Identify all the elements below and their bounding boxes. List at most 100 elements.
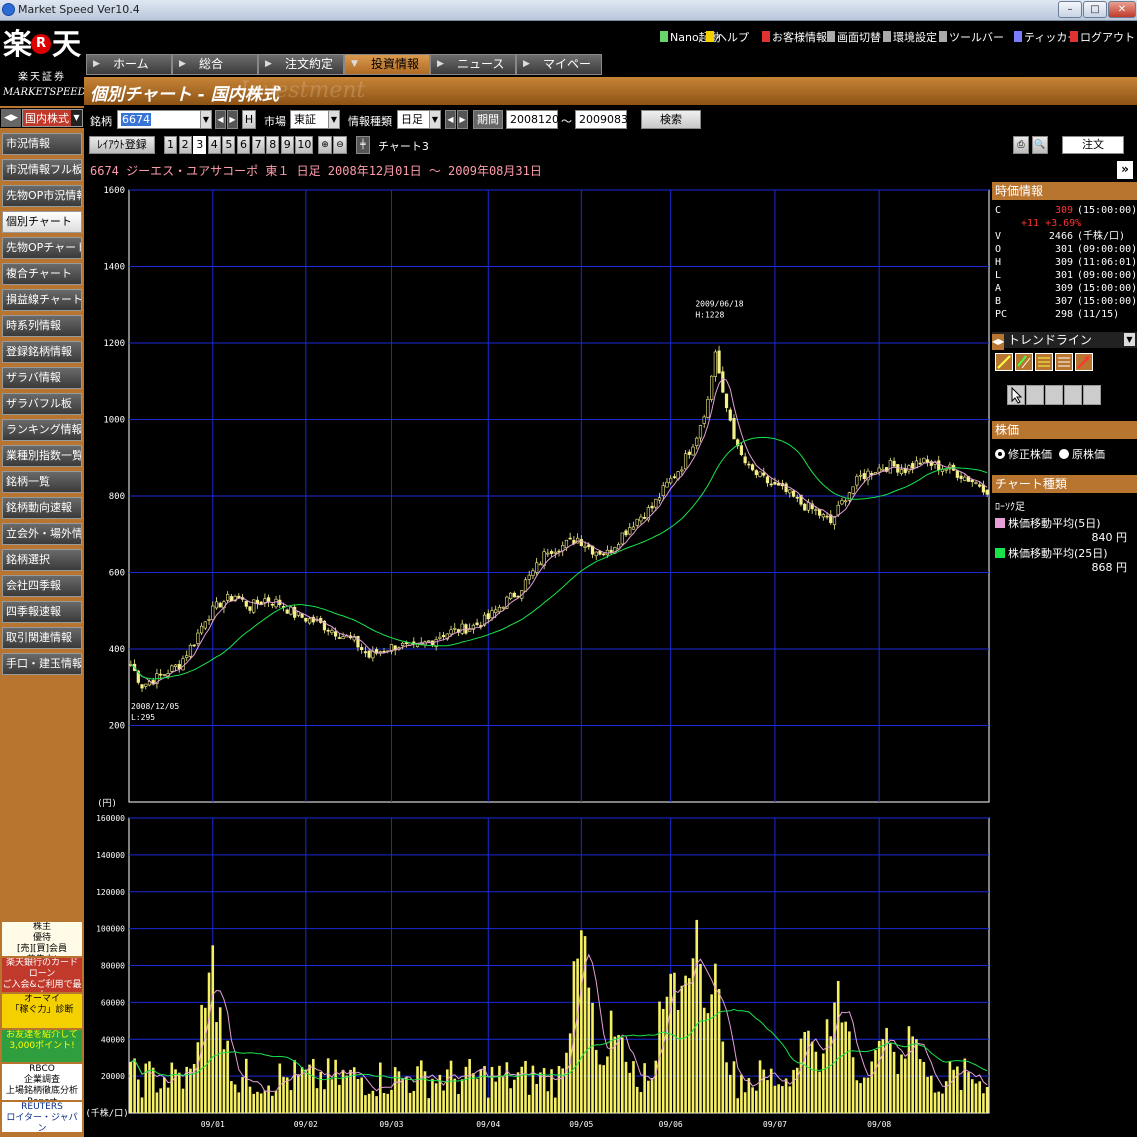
menu-help[interactable]: ヘルプ	[706, 29, 749, 45]
next-symbol-button[interactable]: ▶	[227, 110, 238, 129]
volume-bar	[475, 1078, 479, 1113]
layout-slot-4[interactable]: 4	[207, 136, 221, 154]
trendline-arrows-icon[interactable]: ◀▶	[992, 334, 1004, 350]
volume-tick-label: 60000	[101, 998, 125, 1007]
panel-expand-icon[interactable]: »	[1117, 161, 1133, 179]
sidebar-item-14[interactable]: 銘柄動向速報	[2, 497, 82, 519]
sidebar-item-16[interactable]: 銘柄選択	[2, 549, 82, 571]
next-type-button[interactable]: ▶	[457, 110, 468, 129]
sidebar-item-12[interactable]: 業種別指数一覧	[2, 445, 82, 467]
adjust-option-raw[interactable]: 原株価	[1059, 446, 1105, 462]
sidebar-item-2[interactable]: 先物OP市況情報	[2, 185, 82, 207]
h-button[interactable]: H	[242, 110, 256, 129]
trendline-horizontal-icon[interactable]	[1035, 353, 1053, 371]
copy-icon[interactable]	[1026, 385, 1044, 405]
menu-toolbar[interactable]: ツールバー	[939, 29, 1004, 45]
zoom-in-icon[interactable]: ⊕	[318, 136, 332, 154]
layout-slot-7[interactable]: 7	[251, 136, 265, 154]
trendline-arrow-icon[interactable]	[1075, 353, 1093, 371]
sidebar-item-4[interactable]: 先物OPチャート	[2, 237, 82, 259]
menu-ticker[interactable]: ティッカー	[1014, 29, 1078, 45]
radio-checked-icon[interactable]	[995, 449, 1005, 459]
period-from-input[interactable]: 20081201	[506, 110, 566, 129]
sidebar-ad-0[interactable]: 株主優待[売][買]会員募集中!	[2, 922, 82, 956]
sidebar-item-8[interactable]: 登録銘柄情報	[2, 341, 82, 363]
chevron-down-icon[interactable]: ▼	[200, 111, 211, 128]
sidebar-item-0[interactable]: 市況情報	[2, 133, 82, 155]
close-button[interactable]: ✕	[1108, 1, 1136, 18]
menu-screen-switch[interactable]: 画面切替	[827, 29, 881, 45]
sidebar-item-18[interactable]: 四季報速報	[2, 601, 82, 623]
menu-customer[interactable]: お客様情報	[762, 29, 827, 45]
sidebar-item-3[interactable]: 個別チャート	[2, 211, 82, 233]
sidebar-item-7[interactable]: 時系列情報	[2, 315, 82, 337]
sidebar-item-6[interactable]: 損益線チャート	[2, 289, 82, 311]
tab-2[interactable]: ▶ 注文約定	[258, 54, 344, 75]
chevron-down-icon[interactable]: ▼	[429, 111, 440, 128]
sidebar-ad-1[interactable]: 楽天銀行のカードローンご入会&ご利用で最大31,000ポイント進呈!	[2, 958, 82, 992]
market-arrows-icon[interactable]: ◀▶	[1, 109, 21, 127]
sidebar-item-1[interactable]: 市況情報フル板	[2, 159, 82, 181]
sidebar-item-19[interactable]: 取引関連情報	[2, 627, 82, 649]
layout-slot-5[interactable]: 5	[222, 136, 236, 154]
delete-icon[interactable]	[1064, 385, 1082, 405]
chart-split-icon[interactable]: ╪	[356, 136, 370, 154]
radio-unchecked-icon[interactable]	[1059, 449, 1069, 459]
market-selector[interactable]: ◀▶ 国内株式 ▼	[0, 108, 84, 128]
x-tick-label: 09/06	[659, 1120, 683, 1129]
menu-settings[interactable]: 環境設定	[883, 29, 937, 45]
sidebar-ad-3[interactable]: お友達を紹介して 3,000ポイント!	[2, 1030, 82, 1062]
period-to-input[interactable]: 20090831	[575, 110, 635, 129]
market-dropdown[interactable]: 国内株式 ▼	[22, 109, 83, 127]
prev-type-button[interactable]: ◀	[445, 110, 456, 129]
print-preview-icon[interactable]: 🔍	[1032, 136, 1048, 154]
tab-4[interactable]: ▶ ニュース	[430, 54, 516, 75]
sidebar-ad-4[interactable]: RBCO企業調査上場銘柄徹底分析 Report	[2, 1064, 82, 1100]
cursor-icon[interactable]	[1007, 385, 1025, 405]
tab-1[interactable]: ▶ 総合	[172, 54, 258, 75]
layout-slot-8[interactable]: 8	[266, 136, 280, 154]
delete-all-icon[interactable]	[1083, 385, 1101, 405]
chevron-down-icon[interactable]: ▼	[328, 111, 339, 128]
layout-slot-1[interactable]: 1	[164, 136, 177, 154]
sidebar-item-10[interactable]: ザラバフル板	[2, 393, 82, 415]
tab-3[interactable]: ▼ 投資情報	[344, 54, 430, 75]
volume-chart[interactable]: 20000 40000 60000 80000 100000 120000 140000 16…	[84, 808, 992, 1137]
chevron-down-icon[interactable]: ▼	[71, 110, 82, 126]
prev-symbol-button[interactable]: ◀	[215, 110, 226, 129]
sidebar-item-17[interactable]: 会社四季報	[2, 575, 82, 597]
sidebar-ad-2[interactable]: オーマイ 「稼ぐ力」診断	[2, 994, 82, 1028]
sidebar-item-20[interactable]: 手口・建玉情報	[2, 653, 82, 675]
sidebar-item-13[interactable]: 銘柄一覧	[2, 471, 82, 493]
minimize-button[interactable]: –	[1058, 1, 1082, 18]
sidebar-ad-5[interactable]: REUTERS ロイター・ジャパン	[2, 1102, 82, 1132]
layout-slot-2[interactable]: 2	[178, 136, 192, 154]
layout-slot-9[interactable]: 9	[280, 136, 294, 154]
print-icon[interactable]: ⎙	[1013, 136, 1029, 154]
maximize-button[interactable]: □	[1083, 1, 1107, 18]
layout-slot-3[interactable]: 3	[193, 136, 207, 154]
symbol-input[interactable]: 6674 ▼	[117, 110, 212, 129]
adjust-option-modified[interactable]: 修正株価	[995, 446, 1052, 462]
zoom-out-icon[interactable]: ⊖	[333, 136, 347, 154]
menu-logout[interactable]: ログアウト	[1070, 29, 1135, 45]
info-type-select[interactable]: 日足 ▼	[397, 110, 441, 129]
paste-icon[interactable]	[1045, 385, 1063, 405]
tab-5[interactable]: ▶マイページ	[516, 54, 602, 90]
sidebar-item-9[interactable]: ザラバ情報	[2, 367, 82, 389]
tab-0[interactable]: ▶ ホーム	[86, 54, 172, 75]
layout-slot-10[interactable]: 10	[295, 136, 314, 154]
search-button[interactable]: 検索	[641, 110, 701, 129]
trendline-draw-icon[interactable]	[995, 353, 1013, 371]
price-chart[interactable]: 200 400 600 800 1000 1200 1400 1600 (円) 2008/12/0…	[84, 180, 992, 808]
sidebar-item-11[interactable]: ランキング情報	[2, 419, 82, 441]
trendline-parallel-icon[interactable]	[1015, 353, 1033, 371]
layout-slot-6[interactable]: 6	[237, 136, 250, 154]
order-button[interactable]: 注文	[1062, 136, 1124, 154]
layout-register-button[interactable]: ﾚｲｱｳﾄ登録	[89, 136, 155, 154]
sidebar-item-15[interactable]: 立会外・場外情報	[2, 523, 82, 545]
chevron-down-icon[interactable]: ▼	[1124, 333, 1135, 346]
sidebar-item-5[interactable]: 複合チャート	[2, 263, 82, 285]
market-select[interactable]: 東証 ▼	[290, 110, 340, 129]
trendline-fibonacci-icon[interactable]	[1055, 353, 1073, 371]
